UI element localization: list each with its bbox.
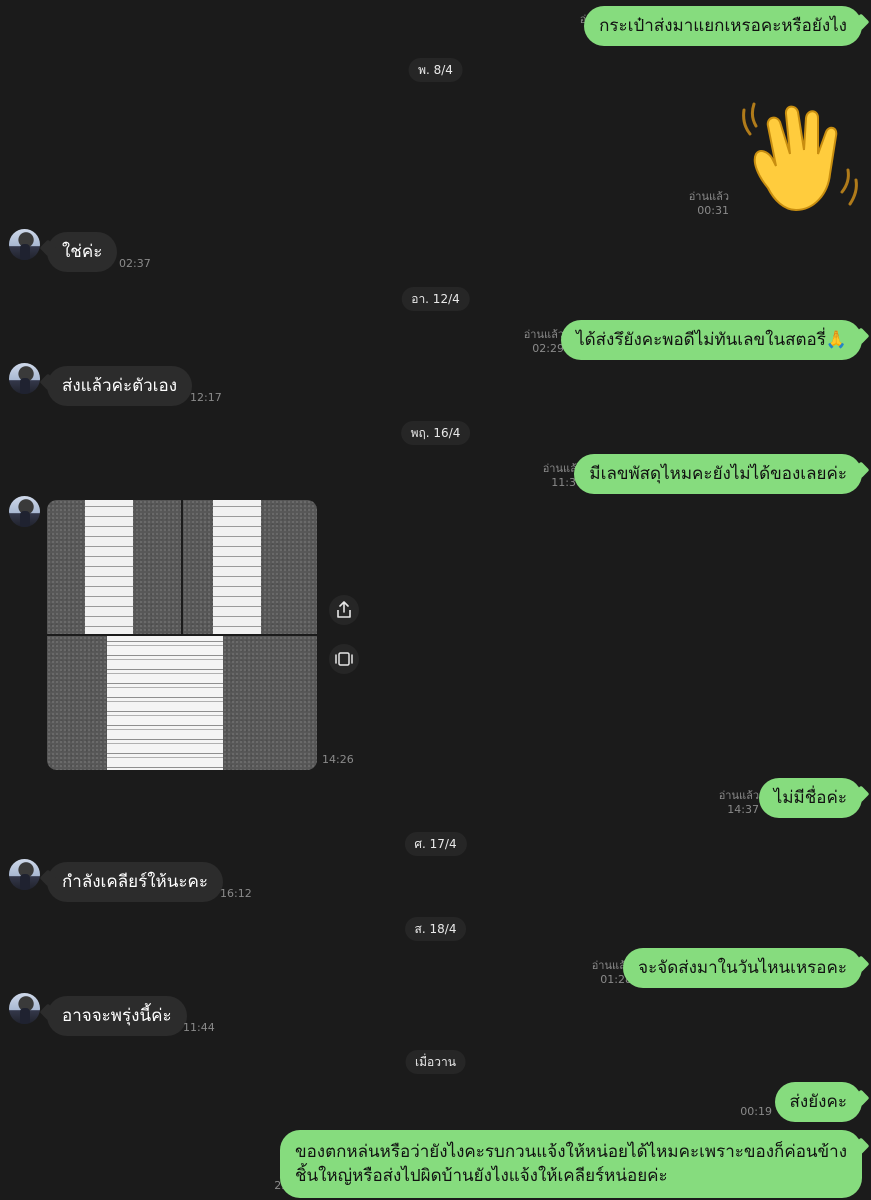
incoming-message[interactable]: กำลังเคลียร์ให้นะคะ xyxy=(47,862,224,902)
outgoing-message[interactable]: ของตกหล่นหรือว่ายังไงคะรบกวนแจ้งให้หน่อย… xyxy=(279,1130,862,1198)
outgoing-message[interactable]: ไม่มีชื่อค่ะ xyxy=(758,778,862,818)
read-receipt: อ่านแล้ว 14:37 xyxy=(718,789,759,816)
incoming-message[interactable]: ส่งแล้วค่ะตัวเอง xyxy=(47,366,193,406)
contact-avatar[interactable] xyxy=(9,993,40,1024)
outgoing-message[interactable]: จะจัดส่งมาในวันไหนเหรอคะ xyxy=(623,948,862,988)
receipt-strip xyxy=(85,500,133,634)
read-receipt: อ่านแล้ว 11:36 xyxy=(542,462,583,489)
photo-grid[interactable] xyxy=(47,500,317,770)
message-time: 14:26 xyxy=(322,753,354,766)
read-receipt: อ่านแล้ว 00:31 xyxy=(688,190,729,217)
read-receipt: อ่านแล้ว 02:29 xyxy=(523,328,564,355)
read-receipt: อ่านแล้ว 01:28 xyxy=(591,959,632,986)
receipt-photo[interactable] xyxy=(47,636,317,770)
receipt-strip xyxy=(107,636,223,770)
save-all-icon xyxy=(335,652,353,666)
date-separator: อา. 12/4 xyxy=(401,287,470,311)
outgoing-message[interactable]: มีเลขพัสดุไหมคะยังไม่ได้ของเลยค่ะ xyxy=(574,454,862,494)
waving-hand-sticker[interactable] xyxy=(738,96,860,216)
date-separator: ศ. 17/4 xyxy=(404,832,467,856)
share-button[interactable] xyxy=(329,595,359,625)
waving-hand-icon xyxy=(742,102,858,212)
message-time: 12:17 xyxy=(190,391,222,404)
message-time: 00:19 xyxy=(740,1105,772,1118)
contact-avatar[interactable] xyxy=(9,496,40,527)
message-time: 11:44 xyxy=(183,1021,215,1034)
message-time: 16:12 xyxy=(220,887,252,900)
contact-avatar[interactable] xyxy=(9,363,40,394)
outgoing-message[interactable]: ส่งยังคะ xyxy=(774,1082,862,1122)
incoming-message[interactable]: ใช่ค่ะ xyxy=(47,232,118,272)
contact-avatar[interactable] xyxy=(9,229,40,260)
contact-avatar[interactable] xyxy=(9,859,40,890)
share-icon xyxy=(337,601,351,618)
receipt-photo[interactable] xyxy=(183,500,317,634)
outgoing-message[interactable]: ได้ส่งรึยังคะพอดีไม่ทันเลขในสตอรี่🙏 xyxy=(561,320,862,360)
incoming-message[interactable]: อาจจะพรุ่งนี้ค่ะ xyxy=(47,996,187,1036)
receipt-photo[interactable] xyxy=(47,500,181,634)
date-separator: ส. 18/4 xyxy=(404,917,467,941)
date-separator: พ. 8/4 xyxy=(408,58,463,82)
message-line: ชิ้นใหญ่หรือส่งไปผิดบ้านยังไงแจ้งให้เคลี… xyxy=(294,1166,668,1186)
date-separator: เมื่อวาน xyxy=(405,1050,466,1074)
date-separator: พฤ. 16/4 xyxy=(400,421,471,445)
outgoing-message[interactable]: กระเป๋าส่งมาแยกเหรอคะหรือยังไง xyxy=(584,6,862,46)
save-all-button[interactable] xyxy=(329,644,359,674)
message-line: ของตกหล่นหรือว่ายังไงคะรบกวนแจ้งให้หน่อย… xyxy=(294,1142,847,1162)
receipt-strip xyxy=(213,500,261,634)
message-time: 02:37 xyxy=(119,257,151,270)
